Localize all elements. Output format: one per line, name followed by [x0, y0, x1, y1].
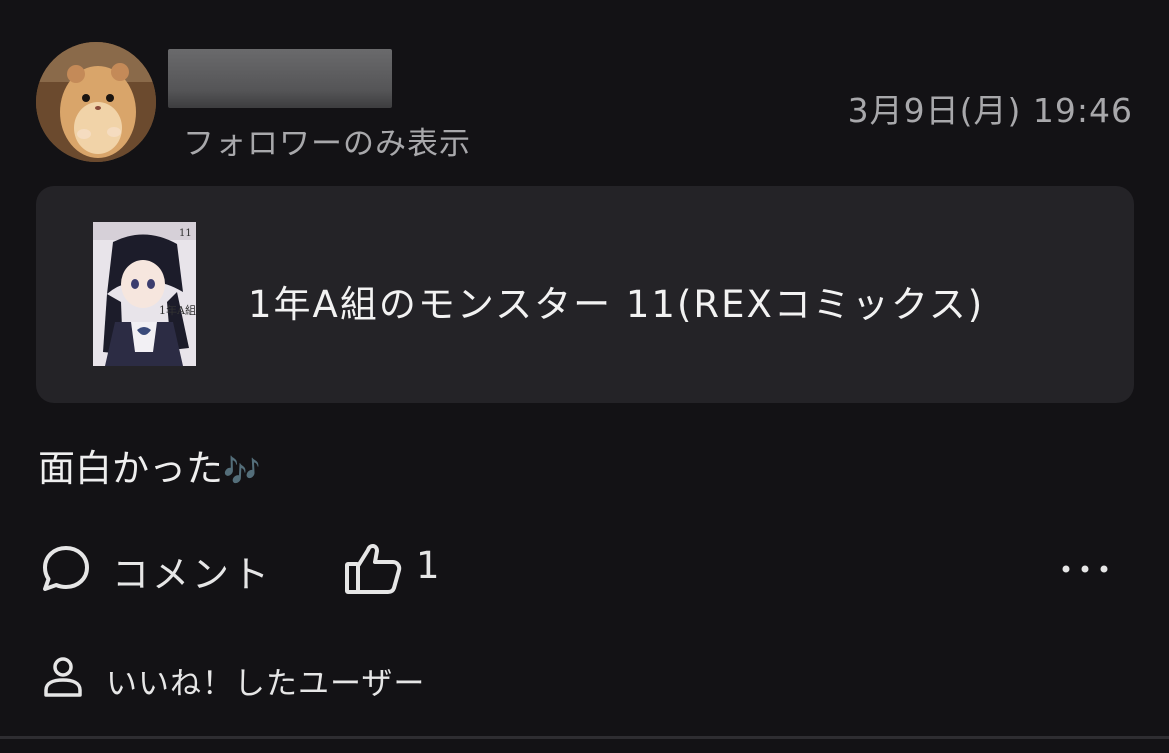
book-card[interactable]: 11 1年A組 1年A組のモンスター 11(REXコミックス) [36, 186, 1134, 403]
liked-users-label[interactable]: いいね！したユーザー [106, 658, 425, 703]
user-icon [43, 656, 83, 702]
more-horizontal-icon[interactable] [1060, 560, 1110, 579]
musical-notes-emoji: 🎶 [223, 454, 261, 489]
visibility-label: フォロワーのみ表示 [183, 126, 471, 162]
comment-button[interactable]: コメント [112, 544, 272, 598]
book-title[interactable]: 1年A組のモンスター 11(REXコミックス) [248, 274, 984, 328]
post-timestamp: 3月9日(月) 19:46 [847, 91, 1133, 130]
avatar[interactable] [36, 42, 156, 162]
divider [0, 736, 1169, 739]
thumbs-up-icon[interactable] [344, 540, 402, 600]
liked-users-link[interactable]: いいね！したユーザー [0, 650, 600, 706]
svg-text:1年A組: 1年A組 [159, 303, 196, 317]
action-bar: コメント 1 [0, 538, 1169, 598]
hamster-avatar-image [36, 42, 156, 162]
book-cover-image: 11 1年A組 [93, 222, 196, 366]
comment-icon[interactable] [39, 542, 93, 600]
svg-text:11: 11 [179, 228, 192, 239]
post-card: フォロワーのみ表示 3月9日(月) 19:46 11 1年A組 1年A組のモンス… [0, 0, 1169, 753]
like-count[interactable]: 1 [416, 544, 440, 587]
post-body: 面白かった🎶 [38, 438, 260, 492]
post-body-text: 面白かった [38, 447, 223, 490]
username-redacted[interactable] [168, 49, 392, 108]
